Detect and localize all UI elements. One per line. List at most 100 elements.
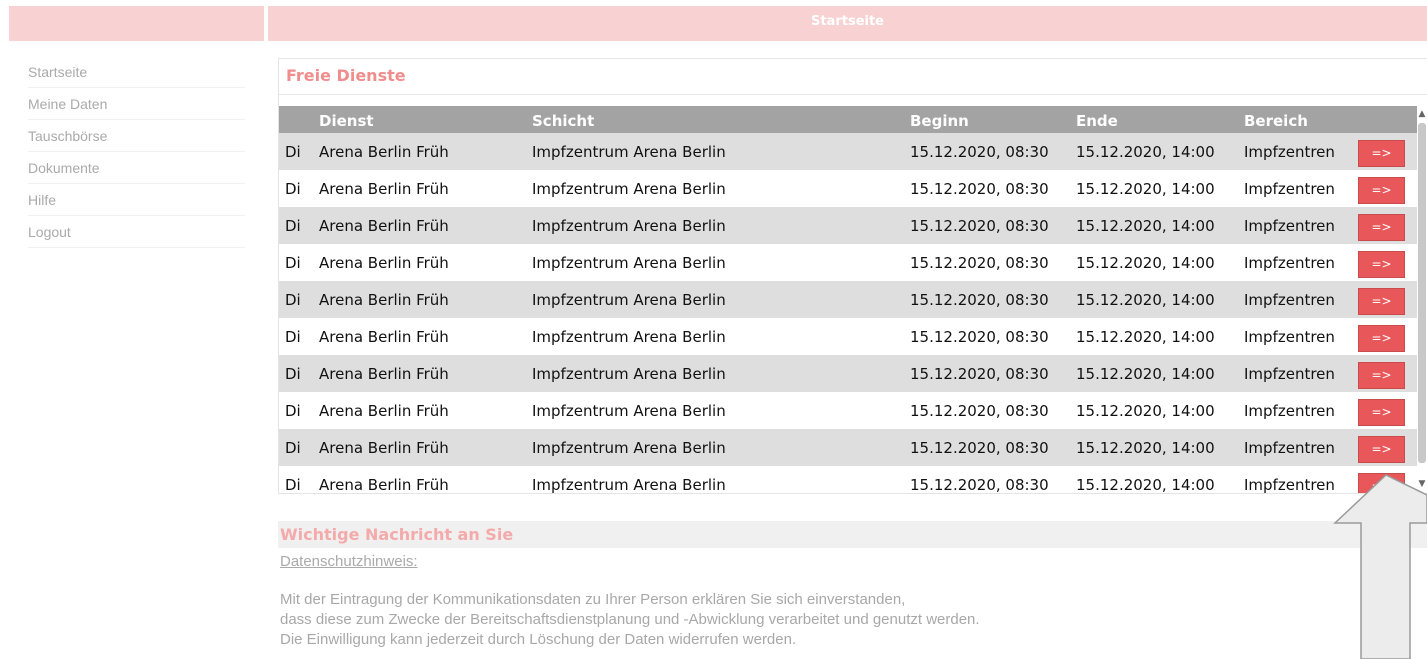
header-left-bar <box>9 6 264 41</box>
cell-beginn: 15.12.2020, 08:30 <box>910 364 1049 383</box>
take-shift-button[interactable]: => <box>1358 177 1405 204</box>
scroll-up-icon[interactable]: ▲ <box>1418 109 1426 119</box>
cell-day: Di <box>285 401 301 420</box>
cell-dienst: Arena Berlin Früh <box>319 364 449 383</box>
cell-beginn: 15.12.2020, 08:30 <box>910 253 1049 272</box>
column-header-beginn[interactable]: Beginn <box>910 106 1076 133</box>
take-shift-button[interactable]: => <box>1358 436 1405 463</box>
table-row: Di Arena Berlin Früh Impfzentrum Arena Ber… <box>279 244 1418 281</box>
message-line: dass diese zum Zwecke der Bereitschaftsd… <box>280 611 980 628</box>
column-header-action <box>1358 106 1418 133</box>
cell-action: => <box>1358 429 1418 466</box>
take-shift-button[interactable]: => <box>1358 399 1405 426</box>
sidebar-item-tauschboerse[interactable]: Tauschbörse <box>28 120 245 152</box>
take-shift-button[interactable]: => <box>1358 214 1405 241</box>
message-body: Mit der Eintragung der Kommunikationsdat… <box>280 590 1427 650</box>
cell-action: => <box>1358 392 1418 429</box>
cell-bereich: Impfzentren <box>1244 290 1335 309</box>
cell-dienst: Arena Berlin Früh <box>319 290 449 309</box>
pointer-arrow-icon <box>1333 474 1427 659</box>
table-row: Di Arena Berlin Früh Impfzentrum Arena Ber… <box>279 318 1418 355</box>
cell-day: Di <box>285 327 301 346</box>
cell-schicht: Impfzentrum Arena Berlin <box>532 142 726 161</box>
cell-dienst: Arena Berlin Früh <box>319 216 449 235</box>
cell-beginn: 15.12.2020, 08:30 <box>910 216 1049 235</box>
table-row: Di Arena Berlin Früh Impfzentrum Arena Ber… <box>279 392 1418 429</box>
table-header-row: Dienst Schicht Beginn Ende Bereich <box>279 106 1418 133</box>
cell-action: => <box>1358 133 1418 170</box>
cell-schicht: Impfzentrum Arena Berlin <box>532 438 726 457</box>
sidebar-item-dokumente[interactable]: Dokumente <box>28 152 245 184</box>
take-shift-button[interactable]: => <box>1358 288 1405 315</box>
column-header-bereich[interactable]: Bereich <box>1244 106 1358 133</box>
cell-day: Di <box>285 142 301 161</box>
message-title: Wichtige Nachricht an Sie <box>278 521 1427 548</box>
cell-action: => <box>1358 355 1418 392</box>
freie-dienste-panel: Freie Dienste Dienst Schicht Beginn Ende… <box>278 58 1427 494</box>
cell-ende: 15.12.2020, 14:00 <box>1076 142 1215 161</box>
cell-dienst: Arena Berlin Früh <box>319 253 449 272</box>
cell-dienst: Arena Berlin Früh <box>319 179 449 198</box>
cell-dienst: Arena Berlin Früh <box>319 327 449 346</box>
take-shift-button[interactable]: => <box>1358 140 1405 167</box>
cell-ende: 15.12.2020, 14:00 <box>1076 179 1215 198</box>
cell-day: Di <box>285 290 301 309</box>
cell-schicht: Impfzentrum Arena Berlin <box>532 364 726 383</box>
cell-day: Di <box>285 475 301 494</box>
cell-schicht: Impfzentrum Arena Berlin <box>532 179 726 198</box>
sidebar-item-hilfe[interactable]: Hilfe <box>28 184 245 216</box>
table-row: Di Arena Berlin Früh Impfzentrum Arena Ber… <box>279 170 1418 207</box>
column-header-ende[interactable]: Ende <box>1076 106 1244 133</box>
cell-beginn: 15.12.2020, 08:30 <box>910 290 1049 309</box>
column-header-schicht[interactable]: Schicht <box>532 106 910 133</box>
cell-bereich: Impfzentren <box>1244 142 1335 161</box>
cell-action: => <box>1358 244 1418 281</box>
cell-day: Di <box>285 216 301 235</box>
cell-beginn: 15.12.2020, 08:30 <box>910 179 1049 198</box>
sidebar-item-meine-daten[interactable]: Meine Daten <box>28 88 245 120</box>
table-body: Di Arena Berlin Früh Impfzentrum Arena Ber… <box>279 133 1418 493</box>
cell-bereich: Impfzentren <box>1244 216 1335 235</box>
cell-bereich: Impfzentren <box>1244 327 1335 346</box>
cell-action: => <box>1358 318 1418 355</box>
shift-table-scroll-area[interactable]: Dienst Schicht Beginn Ende Bereich Di Are… <box>279 106 1418 493</box>
message-line: Die Einwilligung kann jederzeit durch Lö… <box>280 631 797 648</box>
cell-action: => <box>1358 170 1418 207</box>
message-panel: Wichtige Nachricht an Sie Datenschutzhin… <box>278 521 1427 659</box>
cell-beginn: 15.12.2020, 08:30 <box>910 327 1049 346</box>
table-row: Di Arena Berlin Früh Impfzentrum Arena Ber… <box>279 281 1418 318</box>
cell-beginn: 15.12.2020, 08:30 <box>910 401 1049 420</box>
cell-dienst: Arena Berlin Früh <box>319 438 449 457</box>
cell-ende: 15.12.2020, 14:00 <box>1076 475 1215 494</box>
cell-day: Di <box>285 364 301 383</box>
column-header-dienst[interactable]: Dienst <box>319 106 532 133</box>
cell-dienst: Arena Berlin Früh <box>319 142 449 161</box>
page-title: Startseite <box>810 14 885 29</box>
scrollbar-thumb[interactable] <box>1418 123 1426 463</box>
privacy-notice-link[interactable]: Datenschutzhinweis: <box>280 553 418 570</box>
page-header: Startseite <box>268 6 1427 41</box>
cell-bereich: Impfzentren <box>1244 438 1335 457</box>
cell-ende: 15.12.2020, 14:00 <box>1076 438 1215 457</box>
cell-schicht: Impfzentrum Arena Berlin <box>532 290 726 309</box>
sidebar-item-startseite[interactable]: Startseite <box>28 56 245 88</box>
cell-dienst: Arena Berlin Früh <box>319 401 449 420</box>
cell-ende: 15.12.2020, 14:00 <box>1076 364 1215 383</box>
cell-action: => <box>1358 281 1418 318</box>
cell-schicht: Impfzentrum Arena Berlin <box>532 253 726 272</box>
cell-beginn: 15.12.2020, 08:30 <box>910 142 1049 161</box>
sidebar: Startseite Meine Daten Tauschbörse Dokum… <box>28 56 245 248</box>
cell-schicht: Impfzentrum Arena Berlin <box>532 401 726 420</box>
column-header-day <box>279 106 319 133</box>
cell-ende: 15.12.2020, 14:00 <box>1076 253 1215 272</box>
cell-day: Di <box>285 253 301 272</box>
cell-bereich: Impfzentren <box>1244 179 1335 198</box>
cell-ende: 15.12.2020, 14:00 <box>1076 327 1215 346</box>
sidebar-item-logout[interactable]: Logout <box>28 216 245 248</box>
cell-day: Di <box>285 179 301 198</box>
cell-day: Di <box>285 438 301 457</box>
take-shift-button[interactable]: => <box>1358 325 1405 352</box>
take-shift-button[interactable]: => <box>1358 362 1405 389</box>
cell-ende: 15.12.2020, 14:00 <box>1076 216 1215 235</box>
take-shift-button[interactable]: => <box>1358 251 1405 278</box>
